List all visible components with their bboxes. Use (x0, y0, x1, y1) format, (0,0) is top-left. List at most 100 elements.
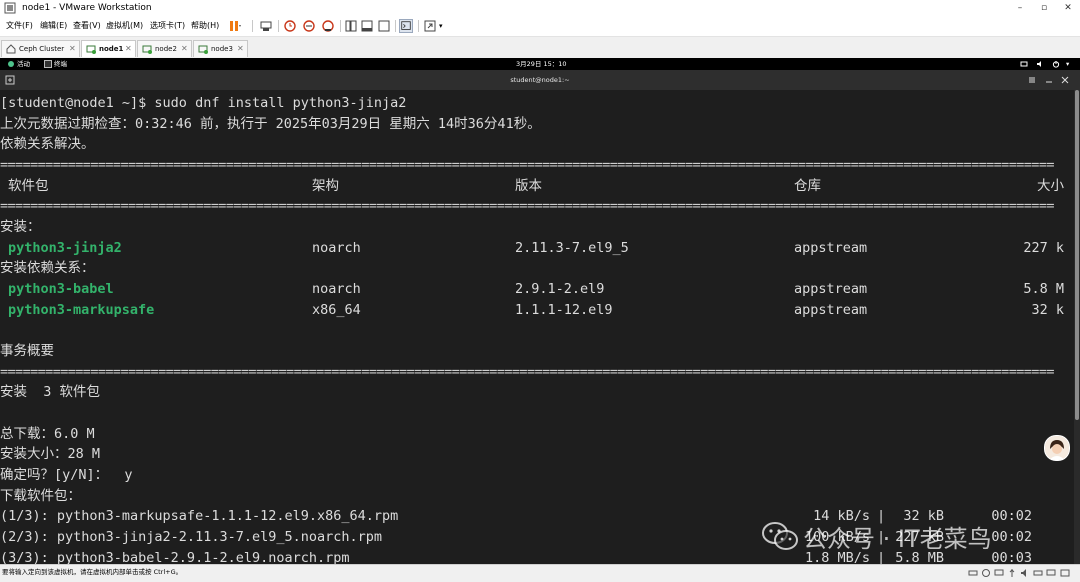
cd-drive-icon[interactable] (981, 568, 991, 578)
menu-file[interactable]: 文件(F) (6, 16, 33, 36)
tab-ceph-cluster[interactable]: Ceph Cluster ✕ (1, 40, 80, 57)
close-icon[interactable]: ✕ (237, 41, 244, 57)
resolved-line: 依赖关系解决。 (0, 136, 95, 152)
menu-bar: 文件(F) 编辑(E) 查看(V) 虚拟机(M) 选项卡(T) 帮助(H) ▾ (0, 16, 1080, 37)
close-icon[interactable] (1060, 75, 1070, 85)
stretch-guest-icon[interactable] (423, 19, 437, 33)
power-icon[interactable] (1052, 60, 1060, 68)
vmware-app-icon (4, 2, 16, 14)
header-package: 软件包 (8, 178, 49, 194)
prompt-line: [student@node1 ~]$ sudo dnf install pyth… (0, 95, 407, 111)
chevron-down-icon[interactable]: ▾ (1066, 58, 1069, 70)
activities-button[interactable]: 活动 (17, 58, 30, 70)
menu-vm[interactable]: 虚拟机(M) (106, 16, 143, 36)
header-arch: 架构 (312, 178, 339, 194)
download-file: (2/3): python3-jinja2-2.11.3-7.el9_5.noa… (0, 529, 383, 545)
thumbnail-icon[interactable] (360, 19, 374, 33)
vm-icon (198, 45, 208, 54)
tab-node1[interactable]: node1 ✕ (81, 40, 136, 57)
window-titlebar: node1 - VMware Workstation – ▫ ✕ (0, 0, 1080, 17)
package-repo: appstream (794, 281, 868, 297)
install-label: 安装： (0, 219, 41, 235)
terminal-scrollbar[interactable] (1074, 90, 1080, 564)
network-adapter-icon[interactable] (994, 568, 1004, 578)
installed-size: 安装大小：28 M (0, 446, 101, 462)
package-size: 32 k (1031, 302, 1064, 318)
window-title: node1 - VMware Workstation (22, 3, 152, 13)
maximize-button[interactable]: ▫ (1032, 0, 1056, 16)
separator-line: ========================================… (0, 364, 1054, 380)
tab-label: node1 (99, 45, 124, 53)
tab-node2[interactable]: node2 ✕ (137, 40, 192, 57)
vm-icon (86, 45, 96, 54)
display-icon[interactable] (1046, 568, 1056, 578)
network-icon[interactable] (1020, 60, 1028, 68)
avatar (1044, 435, 1070, 461)
header-version: 版本 (515, 178, 542, 194)
close-icon[interactable]: ✕ (69, 41, 76, 57)
toolbar-separator (278, 20, 279, 32)
tab-label: node2 (155, 45, 177, 53)
table-row: python3-babel noarch 2.9.1-2.el9 appstre… (0, 279, 1074, 300)
close-icon[interactable]: ✕ (125, 41, 132, 57)
package-arch: noarch (312, 240, 361, 256)
total-download: 总下载：6.0 M (0, 426, 95, 442)
package-name: python3-babel (8, 281, 114, 297)
header-repo: 仓库 (794, 178, 821, 194)
watermark-text: 公众号 · IT老菜鸟 (803, 525, 992, 553)
guest-top-bar: 活动 终端 3月29日 15：10 ▾ (0, 58, 1080, 70)
snapshot-icon[interactable] (283, 19, 297, 33)
package-repo: appstream (794, 302, 868, 318)
console-view-icon[interactable] (399, 19, 413, 33)
table-row: python3-jinja2 noarch 2.11.3-7.el9_5 app… (0, 238, 1074, 259)
package-arch: noarch (312, 281, 361, 297)
revert-snapshot-icon[interactable] (302, 19, 316, 33)
terminal-app-menu[interactable]: 终端 (54, 58, 67, 70)
minimize-button[interactable]: – (1008, 0, 1032, 16)
metadata-line: 上次元数据过期检查：0:32:46 前，执行于 2025年03月29日 星期六 … (0, 116, 541, 132)
chevron-down-icon[interactable]: ▾ (439, 16, 443, 36)
package-name: python3-markupsafe (8, 302, 155, 318)
package-arch: x86_64 (312, 302, 361, 318)
package-version: 2.11.3-7.el9_5 (515, 240, 629, 256)
menu-help[interactable]: 帮助(H) (191, 16, 219, 36)
terminal-output[interactable]: [student@node1 ~]$ sudo dnf install pyth… (0, 90, 1074, 564)
package-repo: appstream (794, 240, 868, 256)
pause-icon[interactable] (228, 19, 242, 33)
toolbar-separator (252, 20, 253, 32)
hard-disk-icon[interactable] (968, 568, 978, 578)
fullscreen-icon[interactable] (377, 19, 391, 33)
menu-view[interactable]: 查看(V) (73, 16, 101, 36)
tab-bar: Ceph Cluster ✕ node1 ✕ node2 ✕ node3 ✕ (0, 37, 1080, 59)
usb-icon[interactable] (1007, 568, 1017, 578)
confirm-prompt: 确定吗？[y/N]： y (0, 467, 133, 483)
tab-label: node3 (211, 45, 233, 53)
send-ctrl-alt-del-icon[interactable] (259, 19, 273, 33)
header-size: 大小 (1037, 178, 1064, 194)
message-icon[interactable] (1060, 568, 1070, 578)
scrollbar-thumb[interactable] (1075, 90, 1079, 420)
download-time: 00:02 (991, 529, 1032, 545)
dependencies-label: 安装依赖关系： (0, 260, 95, 276)
activities-icon (8, 61, 14, 67)
sound-card-icon[interactable] (1020, 568, 1030, 578)
close-button[interactable]: ✕ (1056, 0, 1080, 16)
menu-icon[interactable] (1027, 75, 1037, 85)
wechat-icon (762, 522, 798, 550)
snapshot-manager-icon[interactable] (321, 19, 335, 33)
package-version: 2.9.1-2.el9 (515, 281, 605, 297)
menu-tabs[interactable]: 选项卡(T) (150, 16, 185, 36)
clock[interactable]: 3月29日 15：10 (516, 58, 567, 70)
close-icon[interactable]: ✕ (181, 41, 188, 57)
tab-node3[interactable]: node3 ✕ (193, 40, 248, 57)
minimize-icon[interactable] (1044, 75, 1054, 85)
volume-icon[interactable] (1036, 60, 1044, 68)
package-version: 1.1.1-12.el9 (515, 302, 613, 318)
status-text: 要将输入定向到该虚拟机，请在虚拟机内部单击或按 Ctrl+G。 (2, 568, 183, 576)
printer-icon[interactable] (1033, 568, 1043, 578)
separator-line: ========================================… (0, 198, 1054, 214)
install-count: 安装 3 软件包 (0, 384, 101, 400)
library-icon[interactable] (344, 19, 358, 33)
menu-edit[interactable]: 编辑(E) (40, 16, 67, 36)
separator-line: ========================================… (0, 157, 1054, 173)
